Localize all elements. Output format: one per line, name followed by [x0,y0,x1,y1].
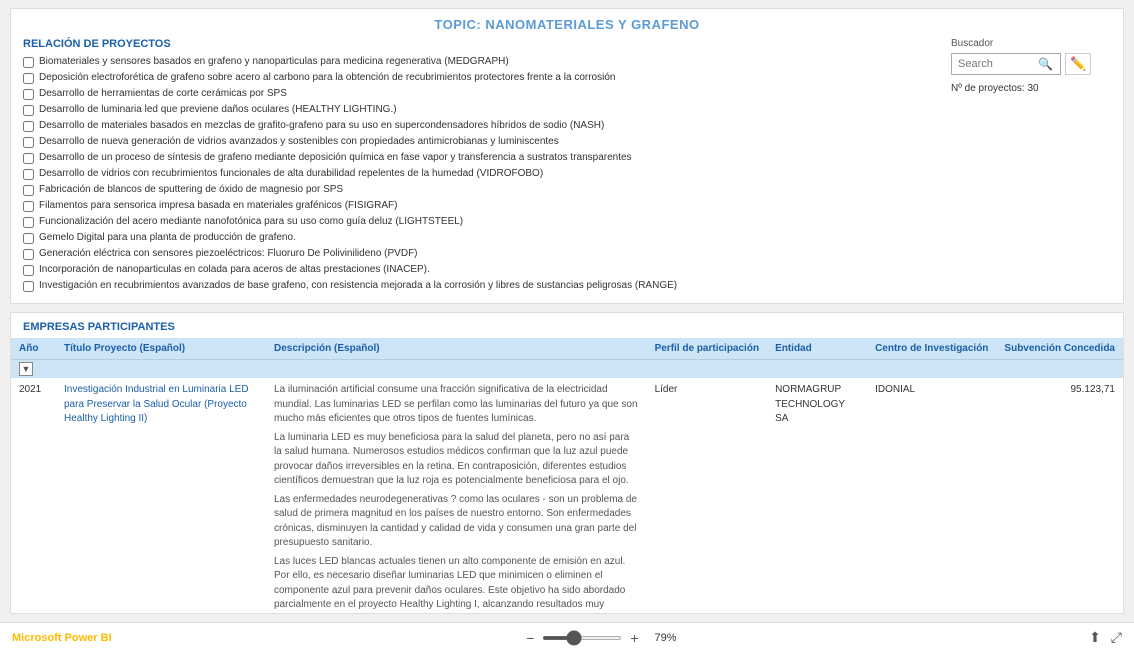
zoom-in-button[interactable]: + [628,630,640,646]
companies-heading: EMPRESAS PARTICIPANTES [11,313,1123,338]
project-checkbox[interactable] [23,89,34,100]
search-icon-button[interactable]: 🔍 [1038,57,1053,71]
list-item: Incorporación de nanoparticulas en colad… [23,263,939,277]
col-perfil: Perfil de participación [647,338,767,360]
table-body: 2021 Investigación Industrial en Luminar… [11,378,1123,613]
table-wrapper: Año Título Proyecto (Español) Descripció… [11,338,1123,613]
project-checkbox[interactable] [23,201,34,212]
table-row: 2021 Investigación Industrial en Luminar… [11,378,1123,613]
search-input[interactable] [958,58,1038,70]
col-title: Título Proyecto (Español) [56,338,266,360]
project-checkbox[interactable] [23,233,34,244]
fullscreen-icon[interactable]: ⤢ [1111,629,1122,646]
filter-entidad [767,360,867,379]
projects-heading: RELACIÓN DE PROYECTOS [23,38,939,50]
zoom-slider[interactable] [542,636,622,640]
project-count: Nº de proyectos: 30 [951,83,1039,94]
zoom-out-button[interactable]: − [524,630,536,646]
share-icon[interactable]: ⬆ [1089,629,1101,646]
pen-icon-button[interactable]: ✏️ [1065,53,1091,75]
list-item: Deposición electroforética de grafeno so… [23,71,939,85]
project-checkbox[interactable] [23,249,34,260]
list-item: Desarrollo de vidrios con recubrimientos… [23,167,939,181]
project-checkbox[interactable] [23,57,34,68]
list-item: Filamentos para sensorica impresa basada… [23,199,939,213]
filter-year[interactable]: ▼ [11,360,56,379]
filter-desc [266,360,647,379]
project-checkbox[interactable] [23,217,34,228]
filter-centro [867,360,996,379]
topic-title: TOPIC: NANOMATERIALES Y GRAFENO [23,17,1111,32]
project-checkbox[interactable] [23,153,34,164]
list-item: Biomateriales y sensores basados en graf… [23,55,939,69]
top-panel: TOPIC: NANOMATERIALES Y GRAFENO RELACIÓN… [10,8,1124,304]
cell-entidad: NORMAGRUP TECHNOLOGY SA [767,378,867,613]
zoom-controls: − + 79% [524,630,676,646]
project-checkbox[interactable] [23,169,34,180]
project-checkbox[interactable] [23,137,34,148]
cell-subvencion: 95.123,71 [996,378,1123,613]
list-item: Funcionalización del acero mediante nano… [23,215,939,229]
cell-year: 2021 [11,378,56,613]
col-desc: Descripción (Español) [266,338,647,360]
list-item: Gemelo Digital para una planta de produc… [23,231,939,245]
list-item: Desarrollo de nueva generación de vidrio… [23,135,939,149]
project-checkbox[interactable] [23,265,34,276]
col-entidad: Entidad [767,338,867,360]
status-bar-icons: ⬆ ⤢ [1089,629,1122,646]
list-item: Desarrollo de un proceso de síntesis de … [23,151,939,165]
cell-centro: IDONIAL [867,378,996,613]
search-label: Buscador [951,38,993,49]
list-item: Desarrollo de luminaria led que previene… [23,103,939,117]
filter-perfil [647,360,767,379]
search-panel: Buscador 🔍 ✏️ Nº de proyectos: 30 [951,38,1111,295]
col-year: Año [11,338,56,360]
cell-perfil: Líder [647,378,767,613]
list-item: Desarrollo de herramientas de corte cerá… [23,87,939,101]
status-bar: Microsoft Power BI − + 79% ⬆ ⤢ [0,622,1134,652]
cell-desc: La iluminación artificial consume una fr… [266,378,647,613]
companies-table: Año Título Proyecto (Español) Descripció… [11,338,1123,613]
filter-subvencion [996,360,1123,379]
list-item: Fabricación de blancos de sputtering de … [23,183,939,197]
filter-title [56,360,266,379]
search-input-wrapper[interactable]: 🔍 [951,53,1061,75]
list-item: Generación eléctrica con sensores piezoe… [23,247,939,261]
list-item: Investigación en recubrimientos avanzado… [23,279,939,293]
project-checkbox[interactable] [23,185,34,196]
bottom-panel: EMPRESAS PARTICIPANTES Año Título Proyec… [10,312,1124,614]
zoom-percent: 79% [647,632,677,644]
col-centro: Centro de Investigación [867,338,996,360]
list-item: Desarrollo de materiales basados en mezc… [23,119,939,133]
project-items-container: Biomateriales y sensores basados en graf… [23,55,939,293]
project-checkbox[interactable] [23,105,34,116]
project-checkbox[interactable] [23,281,34,292]
project-checkbox[interactable] [23,73,34,84]
col-subvencion: Subvención Concedida [996,338,1123,360]
project-checkbox[interactable] [23,121,34,132]
cell-title: Investigación Industrial en Luminaria LE… [56,378,266,613]
projects-list: RELACIÓN DE PROYECTOS Biomateriales y se… [23,38,939,295]
powerbi-link[interactable]: Microsoft Power BI [12,632,112,644]
